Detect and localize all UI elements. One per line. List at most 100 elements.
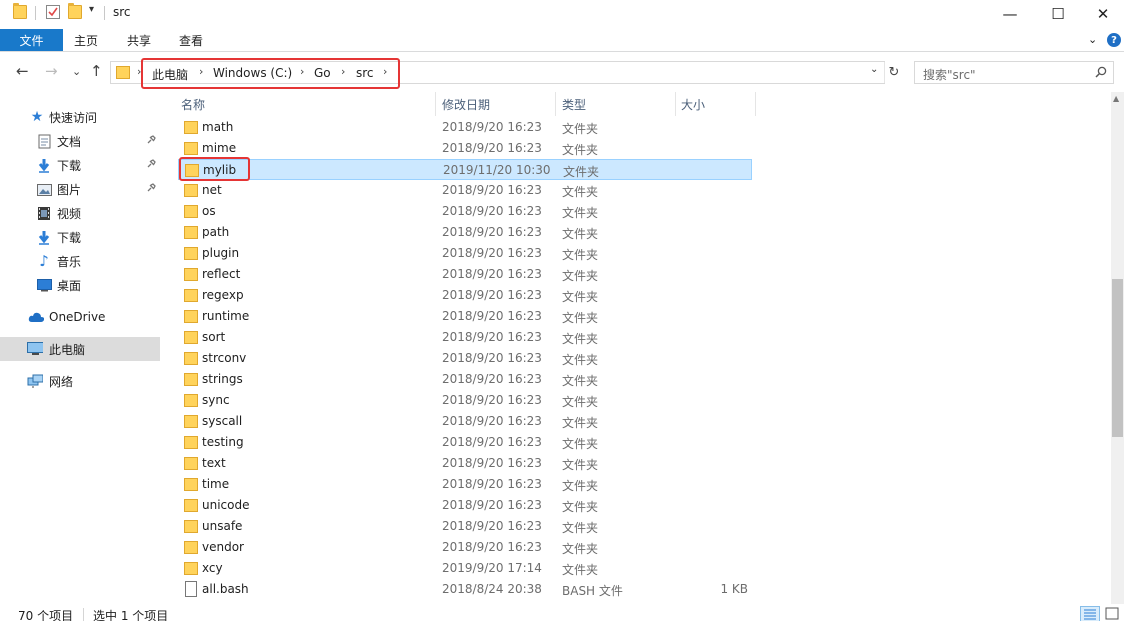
file-row[interactable]: strings 2018/9/20 16:23 文件夹 (178, 369, 752, 390)
column-header-name[interactable]: 名称 (181, 96, 205, 113)
breadcrumb-src[interactable]: src (356, 66, 374, 80)
column-divider[interactable] (435, 92, 436, 116)
tab-share[interactable]: 共享 (127, 29, 151, 51)
sidebar-item-desktop[interactable]: 桌面 (0, 273, 160, 297)
sidebar-item-onedrive[interactable]: OneDrive (0, 305, 160, 329)
sidebar-item-music[interactable]: ♪ 音乐 (0, 249, 160, 273)
column-header-type[interactable]: 类型 (562, 96, 586, 113)
pin-icon[interactable] (146, 182, 156, 196)
folder-icon[interactable] (13, 3, 27, 19)
refresh-button[interactable]: ↻ (884, 62, 903, 83)
file-row[interactable]: plugin 2018/9/20 16:23 文件夹 (178, 243, 752, 264)
file-name: path (202, 225, 230, 239)
pin-icon[interactable] (146, 134, 156, 148)
file-row[interactable]: strconv 2018/9/20 16:23 文件夹 (178, 348, 752, 369)
details-view-icon[interactable] (1080, 606, 1100, 621)
column-header-size[interactable]: 大小 (681, 96, 705, 113)
column-divider[interactable] (675, 92, 676, 116)
maximize-button[interactable]: ☐ (1035, 0, 1081, 27)
sidebar-item-label: 下载 (57, 158, 82, 173)
address-bar[interactable]: › 此电脑 › Windows (C:) › Go › src › (110, 58, 885, 89)
breadcrumb-chevron-icon[interactable]: › (199, 65, 203, 78)
file-type: 文件夹 (562, 206, 599, 220)
search-placeholder[interactable]: 搜索"src" (923, 66, 976, 83)
title-separator (104, 6, 105, 20)
file-name: net (202, 183, 222, 197)
breadcrumb-chevron-icon[interactable]: › (341, 65, 345, 78)
breadcrumb-windows-c[interactable]: Windows (C:) (213, 66, 292, 80)
scrollbar-thumb[interactable] (1112, 279, 1123, 437)
file-row[interactable]: os 2018/9/20 16:23 文件夹 (178, 201, 752, 222)
sidebar-item-this-pc[interactable]: 此电脑 (0, 337, 160, 361)
folder-icon (184, 415, 198, 428)
address-dropdown-icon[interactable]: ⌄ (870, 64, 878, 75)
file-date: 2018/9/20 16:23 (442, 204, 542, 218)
file-row[interactable]: mylib 2019/11/20 10:30 文件夹 (178, 159, 752, 180)
file-name: sort (202, 330, 226, 344)
column-divider[interactable] (755, 92, 756, 116)
sidebar-item-quick-access[interactable]: ★ 快速访问 (0, 105, 160, 129)
recent-locations-chevron-icon[interactable]: ⌄ (72, 65, 81, 78)
file-row[interactable]: testing 2018/9/20 16:23 文件夹 (178, 432, 752, 453)
folder-icon (184, 541, 198, 554)
file-name: all.bash (202, 582, 249, 596)
breadcrumb-go[interactable]: Go (314, 66, 331, 80)
column-divider[interactable] (555, 92, 556, 116)
file-row[interactable]: runtime 2018/9/20 16:23 文件夹 (178, 306, 752, 327)
help-icon[interactable]: ? (1107, 33, 1121, 47)
file-row[interactable]: syscall 2018/9/20 16:23 文件夹 (178, 411, 752, 432)
file-row[interactable]: time 2018/9/20 16:23 文件夹 (178, 474, 752, 495)
back-button[interactable]: ← (16, 62, 29, 80)
file-date: 2018/9/20 16:23 (442, 414, 542, 428)
file-row[interactable]: sort 2018/9/20 16:23 文件夹 (178, 327, 752, 348)
forward-button[interactable]: → (45, 62, 58, 80)
up-button[interactable]: ↑ (90, 62, 103, 80)
file-name: reflect (202, 267, 241, 281)
file-row[interactable]: unsafe 2018/9/20 16:23 文件夹 (178, 516, 752, 537)
file-row[interactable]: xcy 2019/9/20 17:14 文件夹 (178, 558, 752, 579)
breadcrumb-this-pc[interactable]: 此电脑 (152, 66, 188, 83)
file-row[interactable]: mime 2018/9/20 16:23 文件夹 (178, 138, 752, 159)
sidebar-item-downloads-2[interactable]: 下载 (0, 225, 160, 249)
file-row[interactable]: vendor 2018/9/20 16:23 文件夹 (178, 537, 752, 558)
minimize-button[interactable]: — (987, 0, 1033, 27)
close-button[interactable]: ✕ (1080, 0, 1124, 27)
file-row[interactable]: unicode 2018/9/20 16:23 文件夹 (178, 495, 752, 516)
new-folder-icon[interactable] (68, 3, 82, 19)
file-row[interactable]: math 2018/9/20 16:23 文件夹 (178, 117, 752, 138)
sidebar-item-label: 桌面 (57, 278, 82, 293)
pin-icon[interactable] (146, 158, 156, 172)
search-box[interactable]: 搜索"src" (914, 61, 1114, 84)
properties-icon[interactable] (46, 5, 60, 19)
file-date: 2018/9/20 16:23 (442, 309, 542, 323)
tab-file[interactable]: 文件 (0, 29, 63, 51)
tab-view[interactable]: 查看 (179, 29, 203, 51)
file-icon (185, 581, 197, 597)
file-row[interactable]: all.bash 2018/8/24 20:38 BASH 文件 1 KB (178, 579, 752, 600)
large-icons-view-icon[interactable] (1102, 606, 1122, 621)
file-row[interactable]: path 2018/9/20 16:23 文件夹 (178, 222, 752, 243)
file-row[interactable]: reflect 2018/9/20 16:23 文件夹 (178, 264, 752, 285)
search-icon (1095, 66, 1107, 81)
breadcrumb-chevron-icon[interactable]: › (300, 65, 304, 78)
breadcrumb-chevron-icon[interactable]: › (383, 65, 387, 78)
sidebar-item-label: 快速访问 (49, 110, 98, 125)
sidebar-item-documents[interactable]: 文档 (0, 129, 160, 153)
file-row[interactable]: text 2018/9/20 16:23 文件夹 (178, 453, 752, 474)
sidebar-item-pictures[interactable]: 图片 (0, 177, 160, 201)
tab-home[interactable]: 主页 (74, 29, 98, 51)
file-row[interactable]: regexp 2018/9/20 16:23 文件夹 (178, 285, 752, 306)
column-header-date[interactable]: 修改日期 (442, 96, 490, 113)
sidebar-item-network[interactable]: 网络 (0, 369, 160, 393)
file-date: 2018/9/20 16:23 (442, 246, 542, 260)
ribbon-collapse-icon[interactable]: ⌄ (1088, 33, 1097, 46)
status-separator (83, 608, 84, 621)
file-type: 文件夹 (562, 458, 599, 472)
customize-toolbar-chevron-icon[interactable]: ▾ (89, 4, 94, 15)
sidebar-item-downloads[interactable]: 下载 (0, 153, 160, 177)
vertical-scrollbar[interactable]: ▲ (1111, 92, 1124, 604)
scroll-up-icon[interactable]: ▲ (1113, 94, 1119, 103)
file-row[interactable]: net 2018/9/20 16:23 文件夹 (178, 180, 752, 201)
file-row[interactable]: sync 2018/9/20 16:23 文件夹 (178, 390, 752, 411)
sidebar-item-videos[interactable]: 视频 (0, 201, 160, 225)
